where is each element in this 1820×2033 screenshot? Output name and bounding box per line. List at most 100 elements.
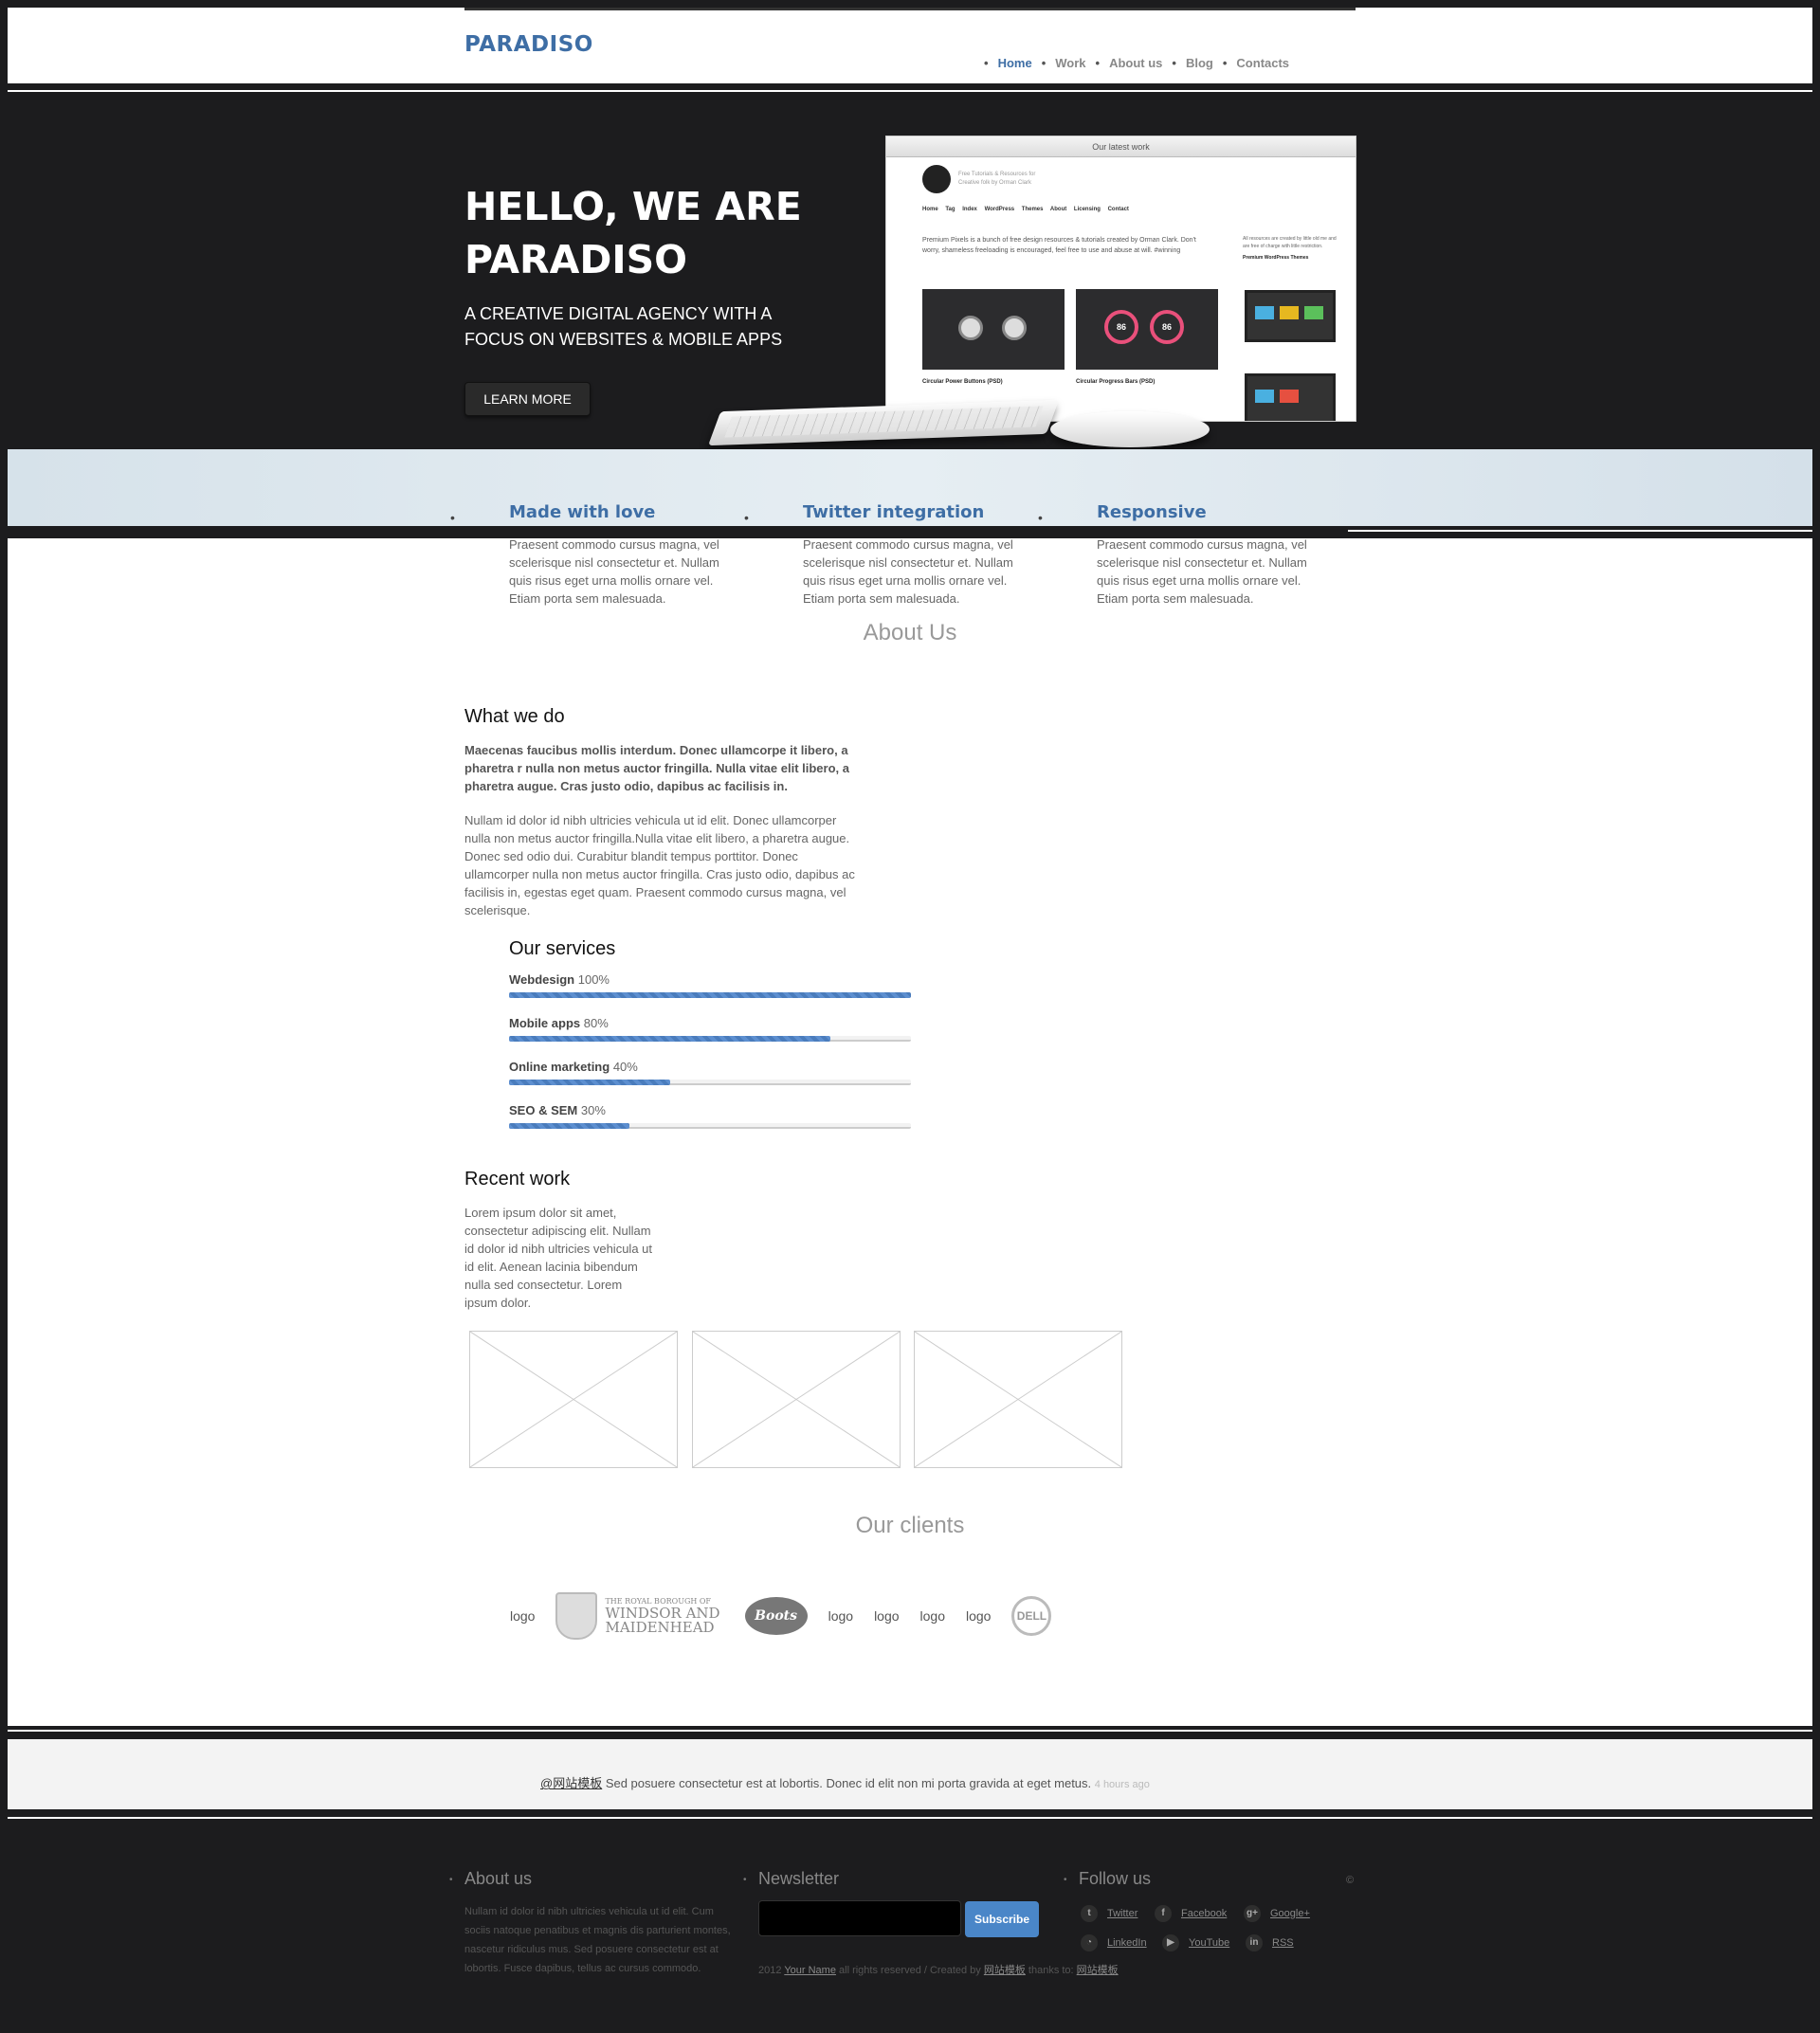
- header-divider: [8, 90, 1812, 92]
- showcase-thumb-power-buttons: [922, 289, 1065, 370]
- nav-bullet: •: [1095, 56, 1101, 70]
- copyright: 2012 Your Name all rights reserved / Cre…: [758, 1962, 1119, 1977]
- rss-feed-icon: ◔: [1081, 1934, 1098, 1951]
- nav-home[interactable]: Home: [998, 56, 1032, 70]
- feature-title: Twitter integration: [803, 502, 985, 522]
- skill-name: SEO & SEM: [509, 1103, 578, 1117]
- copyright-text: 2012: [758, 1965, 785, 1976]
- feature-text: Praesent commodo cursus magna, vel scele…: [803, 537, 1013, 606]
- windsor-line: MAIDENHEAD: [605, 1619, 715, 1636]
- social-link-facebook[interactable]: f Facebook: [1155, 1905, 1227, 1922]
- recent-work-thumb[interactable]: [692, 1331, 901, 1468]
- facebook-icon: f: [1155, 1905, 1172, 1922]
- social-link-google-plus[interactable]: g+ Google+: [1244, 1905, 1310, 1922]
- showcase-intro: Premium Pixels is a bunch of free design…: [922, 237, 1196, 254]
- feature-title: Responsive: [1097, 502, 1207, 522]
- social-label: RSS: [1272, 1937, 1294, 1949]
- footer-about-text: Nullam id dolor id nibh ultricies vehicu…: [464, 1906, 731, 1974]
- google-plus-icon: g+: [1244, 1905, 1261, 1922]
- hero-subtitle-line: FOCUS ON WEBSITES & MOBILE APPS: [464, 330, 783, 349]
- skill-bar-fill: [509, 1123, 630, 1129]
- feature-bullet: •: [744, 510, 749, 525]
- social-label: YouTube: [1189, 1937, 1230, 1949]
- tweet-handle-link[interactable]: @网站模板: [540, 1776, 602, 1790]
- showcase-tagline: Free Tutorials & Resources for Creative …: [958, 172, 1036, 186]
- feature-title: Made with love: [509, 502, 656, 522]
- social-link-rss[interactable]: in RSS: [1246, 1934, 1294, 1951]
- header-top-rule: [464, 8, 1356, 10]
- hero-title-line: PARADISO: [464, 237, 687, 282]
- latest-work-showcase[interactable]: Our latest work Free Tutorials & Resourc…: [885, 136, 1356, 422]
- skill-label: Webdesign 100%: [509, 972, 911, 987]
- skill-label: SEO & SEM 30%: [509, 1103, 911, 1117]
- subscribe-button[interactable]: Subscribe: [965, 1901, 1039, 1937]
- copyright-text: all rights reserved / Created by: [835, 1965, 984, 1976]
- skill-label: Online marketing 40%: [509, 1060, 911, 1074]
- skill-name: Mobile apps: [509, 1016, 581, 1030]
- skill-bar-fill: [509, 1080, 670, 1085]
- footer-about: • About us Nullam id dolor id nibh ultri…: [449, 1869, 739, 1978]
- latest-tweet: @网站模板 Sed posuere consectetur est at lob…: [540, 1773, 1150, 1791]
- skill-percent: 80%: [583, 1016, 609, 1030]
- nav-bullet: •: [1041, 56, 1046, 70]
- skill-percent: 40%: [612, 1060, 638, 1074]
- hero-title-line: HELLO, WE ARE: [464, 184, 802, 229]
- main-nav: • Home • Work • About us • Blog • Contac…: [974, 56, 1289, 70]
- recent-work-thumb[interactable]: [914, 1331, 1122, 1468]
- client-logo-windsor: THE ROYAL BOROUGH OF WINDSOR AND MAIDENH…: [555, 1592, 720, 1640]
- skill-name: Webdesign: [509, 972, 575, 987]
- client-logo: logo: [919, 1608, 945, 1624]
- nav-about-us[interactable]: About us: [1109, 56, 1162, 70]
- recent-work-heading: Recent work: [464, 1169, 571, 1189]
- tweet-text: Sed posuere consectetur est at lobortis.…: [602, 1776, 1095, 1790]
- skill-name: Online marketing: [509, 1060, 610, 1074]
- social-link-twitter[interactable]: t Twitter: [1081, 1905, 1138, 1922]
- footer-newsletter: • Newsletter: [743, 1869, 840, 1902]
- skill-track: [509, 1123, 911, 1129]
- youtube-icon: ▶: [1162, 1934, 1179, 1951]
- showcase-sidebar-heading: Premium WordPress Themes: [1243, 255, 1309, 261]
- showcase-sidebar-text: All resources are created by little old …: [1243, 235, 1338, 262]
- copyright-text: thanks to:: [1025, 1965, 1077, 1976]
- footer-bullet: •: [743, 1875, 747, 1885]
- skill-bar-fill: [509, 992, 911, 998]
- feature-text: Praesent commodo cursus magna, vel scele…: [509, 537, 719, 606]
- skill-bar-fill: [509, 1036, 831, 1042]
- linkedin-icon: in: [1246, 1934, 1263, 1951]
- feature-twitter-integration: • Twitter integration Praesent commodo c…: [744, 502, 1021, 608]
- footer-about-title: About us: [464, 1869, 533, 1888]
- learn-more-button[interactable]: LEARN MORE: [464, 382, 591, 416]
- nav-contacts[interactable]: Contacts: [1236, 56, 1289, 70]
- showcase-titlebar: Our latest work: [886, 136, 1356, 157]
- nav-work[interactable]: Work: [1055, 56, 1085, 70]
- power-button-icon: [1002, 316, 1027, 340]
- nav-blog[interactable]: Blog: [1186, 56, 1213, 70]
- thanks-link[interactable]: 网站模板: [1077, 1965, 1119, 1976]
- showcase-sidebar-para: All resources are created by little old …: [1243, 236, 1337, 249]
- mouse-illustration: [1050, 411, 1210, 447]
- social-link-linkedin[interactable]: ◔ LinkedIn: [1081, 1934, 1147, 1951]
- about-lead: Maecenas faucibus mollis interdum. Donec…: [464, 743, 849, 793]
- footer-newsletter-title: Newsletter: [758, 1869, 840, 1888]
- skill-percent: 30%: [580, 1103, 606, 1117]
- showcase-sidebar-thumb: [1245, 373, 1336, 421]
- crest-icon: [555, 1592, 598, 1640]
- recent-work-thumb[interactable]: [469, 1331, 678, 1468]
- skill-track: [509, 992, 911, 998]
- what-we-do-heading: What we do: [464, 706, 565, 727]
- feature-made-with-love: • Made with love Praesent commodo cursus…: [450, 502, 727, 608]
- copyright-symbol: ©: [1346, 1875, 1355, 1886]
- social-link-youtube[interactable]: ▶ YouTube: [1162, 1934, 1229, 1951]
- feature-bullet: •: [450, 510, 455, 525]
- client-logo-dell: DELL: [1011, 1596, 1052, 1636]
- skill-track: [509, 1080, 911, 1085]
- skill-seo-sem: SEO & SEM 30%: [509, 1103, 911, 1129]
- skill-track: [509, 1036, 911, 1042]
- about-us-heading: About Us: [863, 620, 957, 645]
- newsletter-email-input[interactable]: [758, 1900, 961, 1936]
- footer-follow-title: Follow us: [1079, 1869, 1152, 1888]
- site-logo[interactable]: PARADISO: [464, 32, 593, 57]
- creator-link[interactable]: 网站模板: [984, 1965, 1026, 1976]
- nav-bullet: •: [1172, 56, 1176, 70]
- copyright-name-link[interactable]: Your Name: [784, 1965, 836, 1976]
